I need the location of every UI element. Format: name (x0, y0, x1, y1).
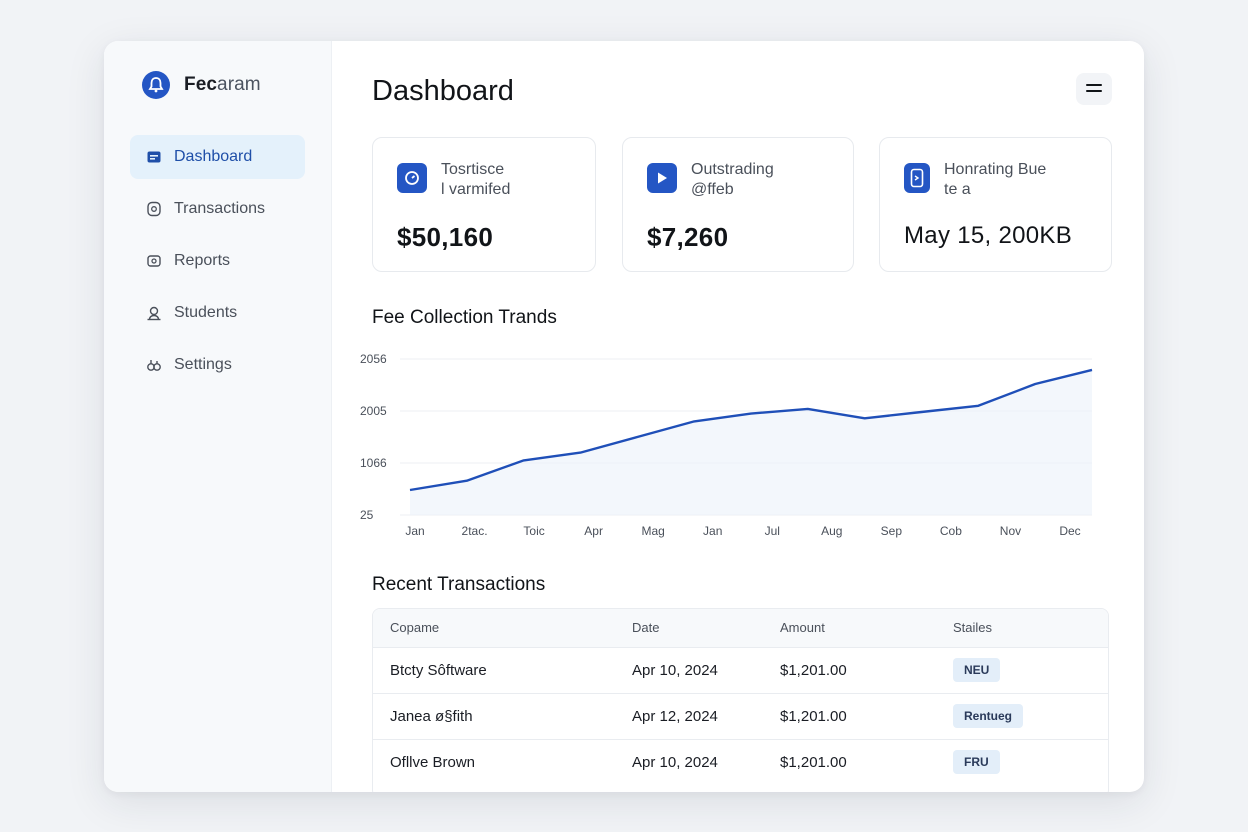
sidebar-item-students[interactable]: Students (130, 291, 305, 335)
play-icon (647, 163, 677, 193)
x-tick-label: Mag (642, 524, 665, 538)
cell-name: Btcty Sôftware (390, 661, 487, 679)
brand-name: Fecaram (184, 74, 261, 95)
app-window: Fecaram Dashboard Transactions Reports S… (104, 41, 1144, 792)
transactions-table: Copame Date Amount Stailes Btcty Sôftwar… (372, 608, 1109, 792)
cell-date: Apr 10, 2024 (632, 661, 718, 679)
sidebar-item-label: Reports (174, 252, 231, 269)
brand[interactable]: Fecaram (142, 71, 261, 99)
cell-date: Apr 10, 2024 (632, 753, 718, 771)
wallet-icon (145, 148, 163, 166)
sidebar-item-label: Transactions (174, 200, 265, 217)
cell-date: Apr 12, 2024 (632, 707, 718, 725)
clock-icon (397, 163, 427, 193)
column-header[interactable]: Date (632, 609, 780, 647)
x-tick-label: Jan (703, 524, 722, 538)
card-value: $50,160 (397, 222, 494, 252)
card-label: l varmifed (441, 181, 511, 198)
sidebar: Fecaram Dashboard Transactions Reports S… (104, 41, 332, 792)
stat-card-due[interactable]: Honrating Bue te a May 15, 200KB (879, 137, 1112, 272)
page-title: Dashboard (372, 75, 514, 107)
fee-collection-chart: 2056 2005 1066 25 Jan 2tac. Toic Apr Mag Jan Jul Au… (360, 352, 1093, 538)
y-tick-label: 25 (360, 508, 374, 522)
y-tick-label: 2056 (360, 352, 387, 366)
stat-card-total[interactable]: Tosrtisce l varmifed $50,160 (372, 137, 596, 272)
table-row[interactable]: Btcty Sôftware Apr 10, 2024 $1,201.00 NE… (373, 647, 1108, 693)
x-tick-label: Nov (1000, 524, 1021, 538)
cell-amount: $1,201.00 (780, 661, 847, 679)
area-fill (410, 369, 1092, 515)
chart-title: Fee Collection Trands (372, 307, 557, 328)
card-label: @ffeb (691, 181, 734, 198)
card-label: te a (944, 181, 971, 198)
report-icon (145, 252, 163, 270)
bell-logo-icon (142, 71, 170, 99)
table-row[interactable]: Janea ø§fith Apr 12, 2024 $1,201.00 Rent… (373, 693, 1108, 739)
x-tick-label: Sep (881, 524, 903, 538)
sidebar-item-label: Settings (174, 356, 232, 373)
gear-icon (145, 356, 163, 374)
column-header[interactable]: Stailes (953, 609, 1108, 647)
menu-button[interactable] (1076, 73, 1112, 105)
y-tick-label: 1066 (360, 456, 387, 470)
sidebar-item-settings[interactable]: Settings (130, 343, 305, 387)
hamburger-icon (1086, 80, 1102, 98)
cell-amount: $1,201.00 (780, 753, 847, 771)
transactions-title: Recent Transactions (372, 574, 546, 595)
sidebar-nav: Dashboard Transactions Reports Students (130, 135, 305, 395)
card-label: Outstrading (691, 161, 774, 178)
column-header[interactable]: Amount (780, 609, 953, 647)
receipt-icon (145, 200, 163, 218)
main-content: Dashboard Tosrtisce l varmifed $50,160 O… (332, 41, 1144, 792)
sidebar-item-dashboard[interactable]: Dashboard (130, 135, 305, 179)
column-header[interactable]: Copame (373, 609, 632, 647)
sidebar-item-label: Students (174, 304, 238, 321)
sidebar-item-label: Dashboard (174, 148, 253, 165)
cell-name: Ofllve Brown (390, 753, 476, 771)
cell-name: Janea ø§fith (390, 707, 473, 725)
sidebar-item-transactions[interactable]: Transactions (130, 187, 305, 231)
cell-amount: $1,201.00 (780, 707, 847, 725)
table-row[interactable]: Ofllve Brown Apr 10, 2024 $1,201.00 FRU (373, 739, 1108, 785)
status-badge: FRU (953, 750, 1000, 775)
x-tick-label: Aug (821, 524, 842, 538)
x-tick-label: Apr (584, 524, 603, 538)
card-value: $7,260 (647, 222, 729, 252)
x-tick-label: Cob (940, 524, 962, 538)
tablet-icon (904, 163, 930, 193)
x-tick-label: Dec (1059, 524, 1080, 538)
x-tick-label: Toic (523, 524, 544, 538)
user-icon (145, 304, 163, 322)
y-tick-label: 2005 (360, 404, 387, 418)
stat-card-outstanding[interactable]: Outstrading @ffeb $7,260 (622, 137, 854, 272)
table-header-row: Copame Date Amount Stailes (373, 609, 1108, 647)
status-badge: Rentueg (953, 704, 1023, 728)
card-label: Honrating Bue (944, 161, 1047, 178)
x-tick-label: Jan (405, 524, 424, 538)
card-value: May 15, 200KB (904, 222, 1072, 249)
sidebar-item-reports[interactable]: Reports (130, 239, 305, 283)
card-label: Tosrtisce (441, 161, 505, 178)
status-badge: NEU (953, 658, 1001, 682)
x-tick-label: Jul (765, 524, 780, 538)
x-tick-label: 2tac. (462, 524, 488, 538)
